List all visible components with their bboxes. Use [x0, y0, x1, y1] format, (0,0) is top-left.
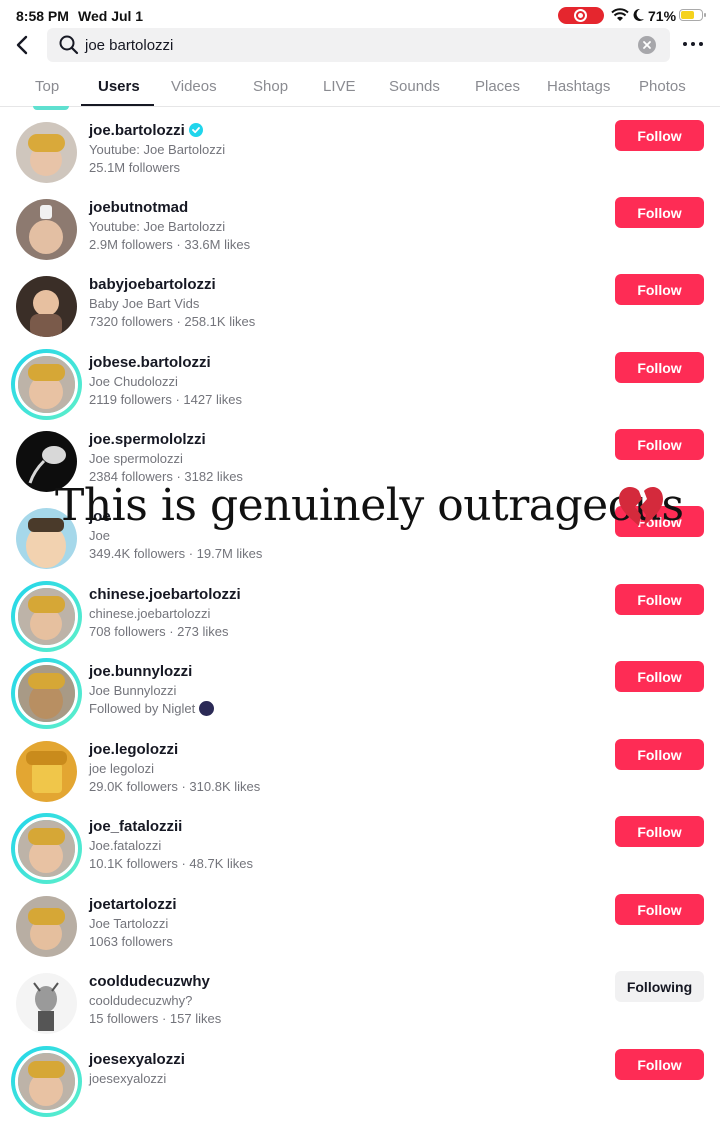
status-date: Wed Jul 1 [78, 8, 144, 24]
moon-icon [633, 8, 644, 21]
username[interactable]: cooldudecuzwhy [89, 973, 210, 990]
user-subtitle: Joe Tartolozzi [89, 916, 169, 931]
username[interactable]: joetartolozzi [89, 896, 177, 913]
username[interactable]: joe.bartolozzi [89, 122, 203, 139]
clear-search-icon[interactable] [638, 36, 656, 54]
battery-icon [679, 9, 706, 21]
user-stats: Followed by Niglet [89, 701, 215, 716]
avatar[interactable] [16, 896, 77, 957]
tab-places[interactable]: Places [475, 78, 520, 95]
user-subtitle: joe legolozi [89, 761, 155, 776]
user-row[interactable]: babyjoebartolozzi Baby Joe Bart Vids 732… [0, 274, 720, 352]
follow-button[interactable]: Follow [615, 894, 704, 925]
follow-button[interactable]: Follow [615, 816, 704, 847]
caption-overlay: This is genuinely outrageous [0, 480, 720, 540]
user-stats: 29.0K followers · 310.8K likes [89, 779, 261, 794]
username[interactable]: joe.spermololzzi [89, 431, 206, 448]
avatar[interactable] [16, 741, 77, 802]
tab-hashtags[interactable]: Hashtags [547, 78, 610, 95]
user-subtitle: Joe Chudolozzi [89, 374, 178, 389]
user-row[interactable]: joebutnotmad Youtube: Joe Bartolozzi 2.9… [0, 197, 720, 275]
tab-users[interactable]: Users [98, 78, 140, 95]
user-subtitle: chinese.joebartolozzi [89, 606, 211, 621]
avatar[interactable] [16, 122, 77, 183]
broken-heart-icon [619, 487, 663, 526]
user-stats: 1063 followers [89, 934, 173, 949]
avatar-with-story-ring[interactable] [11, 581, 82, 652]
caption-text: This is genuinely outrageous [55, 480, 684, 531]
avatar-with-story-ring[interactable] [11, 658, 82, 729]
user-stats: 15 followers · 157 likes [89, 1011, 222, 1026]
search-bar[interactable]: joe bartolozzi [47, 28, 670, 62]
user-stats: 7320 followers · 258.1K likes [89, 314, 256, 329]
user-stats: 349.4K followers · 19.7M likes [89, 546, 263, 561]
avatar[interactable] [16, 973, 77, 1034]
tab-top[interactable]: Top [35, 78, 59, 95]
search-icon [59, 35, 79, 55]
user-stats: 10.1K followers · 48.7K likes [89, 856, 254, 871]
follow-button[interactable]: Follow [615, 352, 704, 383]
user-subtitle: Joe.fatalozzi [89, 838, 162, 853]
search-input[interactable]: joe bartolozzi [85, 37, 173, 54]
follow-button[interactable]: Follow [615, 120, 704, 151]
user-row[interactable]: joe.bunnylozzi Joe Bunnylozzi Followed b… [0, 658, 720, 739]
follow-button[interactable]: Follow [615, 661, 704, 692]
following-button[interactable]: Following [615, 971, 704, 1002]
tab-live[interactable]: LIVE [323, 78, 356, 95]
user-row[interactable]: joe_fatalozzii Joe.fatalozzi 10.1K follo… [0, 813, 720, 894]
user-stats: 25.1M followers [89, 160, 181, 175]
avatar[interactable] [16, 276, 77, 337]
username[interactable]: chinese.joebartolozzi [89, 586, 241, 603]
user-subtitle: Youtube: Joe Bartolozzi [89, 219, 226, 234]
username[interactable]: jobese.bartolozzi [89, 354, 211, 371]
user-row[interactable]: jobese.bartolozzi Joe Chudolozzi 2119 fo… [0, 349, 720, 430]
user-stats: 2.9M followers · 33.6M likes [89, 237, 251, 252]
tab-photos[interactable]: Photos [639, 78, 686, 95]
user-row[interactable]: joetartolozzi Joe Tartolozzi 1063 follow… [0, 894, 720, 972]
verified-badge-icon [188, 123, 203, 137]
active-tab-indicator [81, 104, 154, 106]
more-options-icon[interactable] [683, 36, 703, 52]
follow-button[interactable]: Follow [615, 584, 704, 615]
follow-button[interactable]: Follow [615, 1049, 704, 1080]
user-row[interactable]: joe.legolozzi joe legolozi 29.0K followe… [0, 739, 720, 817]
user-row[interactable]: joe.bartolozzi Youtube: Joe Bartolozzi 2… [0, 120, 720, 198]
username[interactable]: joe_fatalozzii [89, 818, 182, 835]
search-tabs: Top Users Videos Shop LIVE Sounds Places… [0, 70, 720, 107]
battery-percent: 71% [648, 8, 677, 24]
username[interactable]: joe.bunnylozzi [89, 663, 192, 680]
screen-record-indicator[interactable] [558, 7, 604, 24]
back-arrow-icon[interactable] [12, 34, 32, 56]
username[interactable]: joebutnotmad [89, 199, 188, 216]
username[interactable]: babyjoebartolozzi [89, 276, 216, 293]
avatar-with-story-ring[interactable] [11, 1046, 82, 1117]
user-stats: 708 followers · 273 likes [89, 624, 229, 639]
follower-avatar [199, 701, 215, 716]
follow-button[interactable]: Follow [615, 739, 704, 770]
wifi-icon [611, 8, 629, 21]
user-subtitle: Joe spermolozzi [89, 451, 183, 466]
avatar[interactable] [16, 199, 77, 260]
user-stats: 2119 followers · 1427 likes [89, 392, 242, 407]
tab-sounds[interactable]: Sounds [389, 78, 440, 95]
scrolled-avatar-edge [33, 106, 69, 110]
user-row[interactable]: cooldudecuzwhy cooldudecuzwhy? 15 follow… [0, 971, 720, 1049]
user-subtitle: Baby Joe Bart Vids [89, 296, 200, 311]
username[interactable]: joe.legolozzi [89, 741, 178, 758]
user-subtitle: joesexyalozzi [89, 1071, 167, 1086]
user-row[interactable]: joesexyalozzi joesexyalozzi Follow [0, 1046, 720, 1127]
avatar-with-story-ring[interactable] [11, 349, 82, 420]
user-subtitle: Youtube: Joe Bartolozzi [89, 142, 226, 157]
tab-shop[interactable]: Shop [253, 78, 288, 95]
follow-button[interactable]: Follow [615, 197, 704, 228]
tab-videos[interactable]: Videos [171, 78, 217, 95]
user-subtitle: cooldudecuzwhy? [89, 993, 193, 1008]
follow-button[interactable]: Follow [615, 274, 704, 305]
user-subtitle: Joe Bunnylozzi [89, 683, 177, 698]
username[interactable]: joesexyalozzi [89, 1051, 185, 1068]
status-time: 8:58 PM [16, 8, 69, 24]
follow-button[interactable]: Follow [615, 429, 704, 460]
user-row[interactable]: chinese.joebartolozzi chinese.joebartolo… [0, 581, 720, 662]
avatar-with-story-ring[interactable] [11, 813, 82, 884]
